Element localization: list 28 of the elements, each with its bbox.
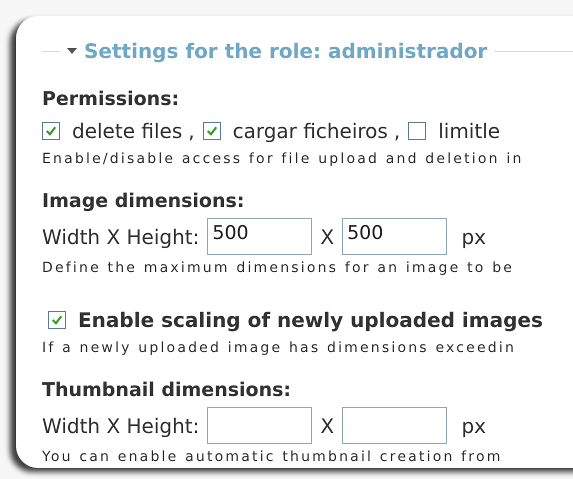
- checkbox[interactable]: [202, 122, 221, 140]
- help-text: If a newly uploaded image has dimensions exceedin: [42, 339, 518, 357]
- checkbox-label: limitle: [438, 119, 500, 143]
- help-text: Define the maximum dimensions for an image to be: [42, 259, 516, 277]
- checkbox-label: cargar ficheiros: [232, 119, 388, 143]
- checkbox[interactable]: [408, 122, 426, 140]
- separator: X: [320, 224, 334, 248]
- height-field[interactable]: [342, 407, 448, 444]
- separator: ,: [394, 119, 400, 143]
- collapse-triangle-icon[interactable]: [67, 48, 77, 54]
- help-text: Enable/disable access for file upload and deletion in: [42, 150, 525, 168]
- checkbox[interactable]: [48, 311, 66, 329]
- section-heading: Thumbnail dimensions:: [42, 378, 292, 402]
- checkbox[interactable]: [42, 122, 60, 140]
- field-label: Width X Height:: [42, 414, 200, 438]
- separator: X: [320, 414, 334, 438]
- section-heading: Image dimensions:: [42, 189, 246, 213]
- width-field[interactable]: [207, 407, 312, 444]
- height-field[interactable]: 500: [342, 218, 448, 255]
- unit-label: px: [460, 414, 486, 438]
- help-text: You can enable automatic thumbnail creation from: [42, 448, 504, 466]
- width-field[interactable]: 500: [207, 218, 312, 255]
- checkbox-label: delete files: [72, 119, 182, 143]
- checkbox-label: Enable scaling of newly uploaded images: [78, 308, 543, 332]
- separator: ,: [188, 119, 195, 143]
- section-heading: Permissions:: [42, 87, 180, 111]
- field-label: Width X Height:: [42, 224, 200, 248]
- unit-label: px: [460, 224, 486, 248]
